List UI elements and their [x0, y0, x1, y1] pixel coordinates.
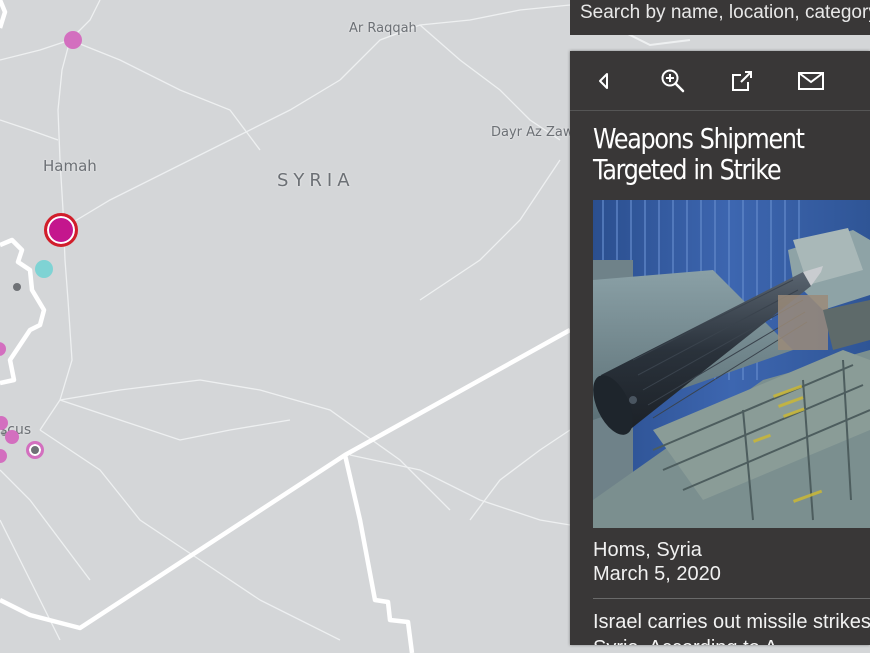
- incident-title: Weapons Shipment Targeted in Strike: [593, 122, 805, 186]
- panel-toolbar: [570, 51, 870, 111]
- map-marker[interactable]: [5, 430, 19, 444]
- map-label-dayr-az-zawr: Dayr Az Zawr: [491, 125, 579, 140]
- back-button[interactable]: [590, 67, 618, 95]
- zoom-in-button[interactable]: [659, 67, 687, 95]
- share-icon: [732, 71, 752, 91]
- incident-date: March 5, 2020: [593, 563, 721, 585]
- incident-photo: [593, 200, 870, 528]
- share-button[interactable]: [728, 67, 756, 95]
- incident-location: Homs, Syria: [593, 539, 702, 561]
- search-placeholder: Search by name, location, category: [580, 2, 870, 23]
- map-label-ar-raqqah: Ar Raqqah: [349, 21, 417, 36]
- map-marker-teal[interactable]: [35, 260, 53, 278]
- back-icon: [599, 73, 608, 89]
- email-icon: [798, 72, 824, 90]
- zoom-in-icon: [661, 69, 685, 93]
- map-label-syria: SYRIA: [277, 170, 355, 191]
- map-marker-ringed[interactable]: [26, 441, 44, 459]
- map-label-hamah: Hamah: [43, 157, 97, 175]
- map-marker[interactable]: [64, 31, 82, 49]
- search-input[interactable]: Search by name, location, category: [570, 0, 870, 35]
- map-marker-selected[interactable]: [44, 213, 78, 247]
- email-button[interactable]: [797, 67, 825, 95]
- detail-panel: Weapons Shipment Targeted in Strike Homs…: [570, 51, 870, 645]
- panel-divider: [593, 598, 870, 599]
- incident-description: Israel carries out missile strikes in so…: [593, 611, 870, 645]
